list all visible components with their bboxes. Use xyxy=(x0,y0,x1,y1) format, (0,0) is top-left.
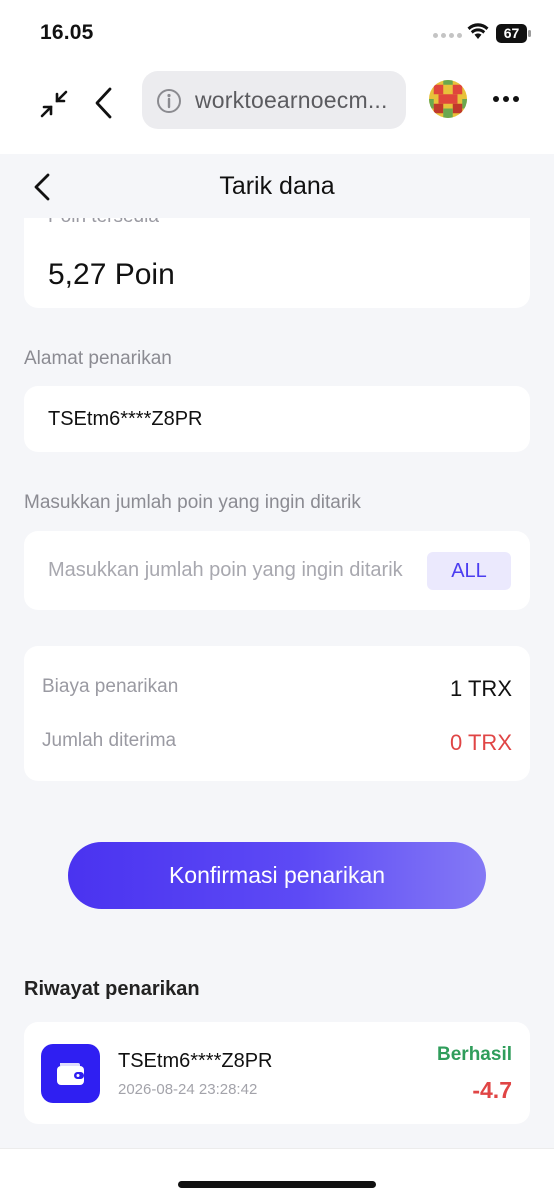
wifi-icon xyxy=(467,23,489,39)
browser-back-icon[interactable] xyxy=(92,86,116,120)
amount-input[interactable] xyxy=(40,551,432,589)
all-button[interactable]: ALL xyxy=(427,552,511,590)
address-label: Alamat penarikan xyxy=(24,348,172,369)
fee-row: Biaya penarikan 1 TRX xyxy=(42,676,512,702)
page-header: Tarik dana xyxy=(0,154,554,218)
received-label: Jumlah diterima xyxy=(42,730,177,751)
history-status: Berhasil xyxy=(437,1044,512,1065)
signal-icon xyxy=(433,33,462,38)
battery-level: 67 xyxy=(503,25,520,41)
status-bar: 16.05 67 xyxy=(0,0,554,66)
profile-avatar[interactable] xyxy=(429,80,467,118)
history-item[interactable]: TSEtm6****Z8PR 2026-08-24 23:28:42 Berha… xyxy=(24,1022,530,1124)
history-date: 2026-08-24 23:28:42 xyxy=(118,1081,258,1098)
amount-card: ALL xyxy=(24,531,530,610)
history-address: TSEtm6****Z8PR xyxy=(118,1050,273,1072)
info-icon[interactable] xyxy=(156,88,182,114)
amount-label: Masukkan jumlah poin yang ingin ditarik xyxy=(24,492,361,513)
received-row: Jumlah diterima 0 TRX xyxy=(42,730,512,756)
withdraw-page: Poin tersedia 5,27 Poin Tarik dana Alama… xyxy=(0,154,554,1148)
points-value: 5,27 Poin xyxy=(48,258,175,291)
home-area xyxy=(0,1148,554,1199)
home-indicator[interactable] xyxy=(178,1181,376,1188)
page-title: Tarik dana xyxy=(219,172,335,200)
url-text: worktoearnoecm... xyxy=(195,87,388,113)
fee-label: Biaya penarikan xyxy=(42,676,179,697)
address-value: TSEtm6****Z8PR xyxy=(48,408,203,430)
more-icon[interactable] xyxy=(493,96,519,102)
history-title: Riwayat penarikan xyxy=(24,978,200,1000)
status-time: 16.05 xyxy=(40,21,94,44)
browser-toolbar: worktoearnoecm... xyxy=(0,66,554,154)
collapse-icon[interactable] xyxy=(36,86,72,122)
wallet-icon xyxy=(41,1044,100,1103)
received-value: 0 TRX xyxy=(450,730,512,755)
fee-value: 1 TRX xyxy=(450,676,512,701)
address-bar[interactable]: worktoearnoecm... xyxy=(142,71,406,129)
battery-icon: 67 xyxy=(496,24,531,43)
confirm-withdraw-button[interactable]: Konfirmasi penarikan xyxy=(68,842,486,909)
address-card: TSEtm6****Z8PR xyxy=(24,386,530,452)
history-amount: -4.7 xyxy=(472,1077,512,1103)
fee-summary-card: Biaya penarikan 1 TRX Jumlah diterima 0 … xyxy=(24,646,530,781)
